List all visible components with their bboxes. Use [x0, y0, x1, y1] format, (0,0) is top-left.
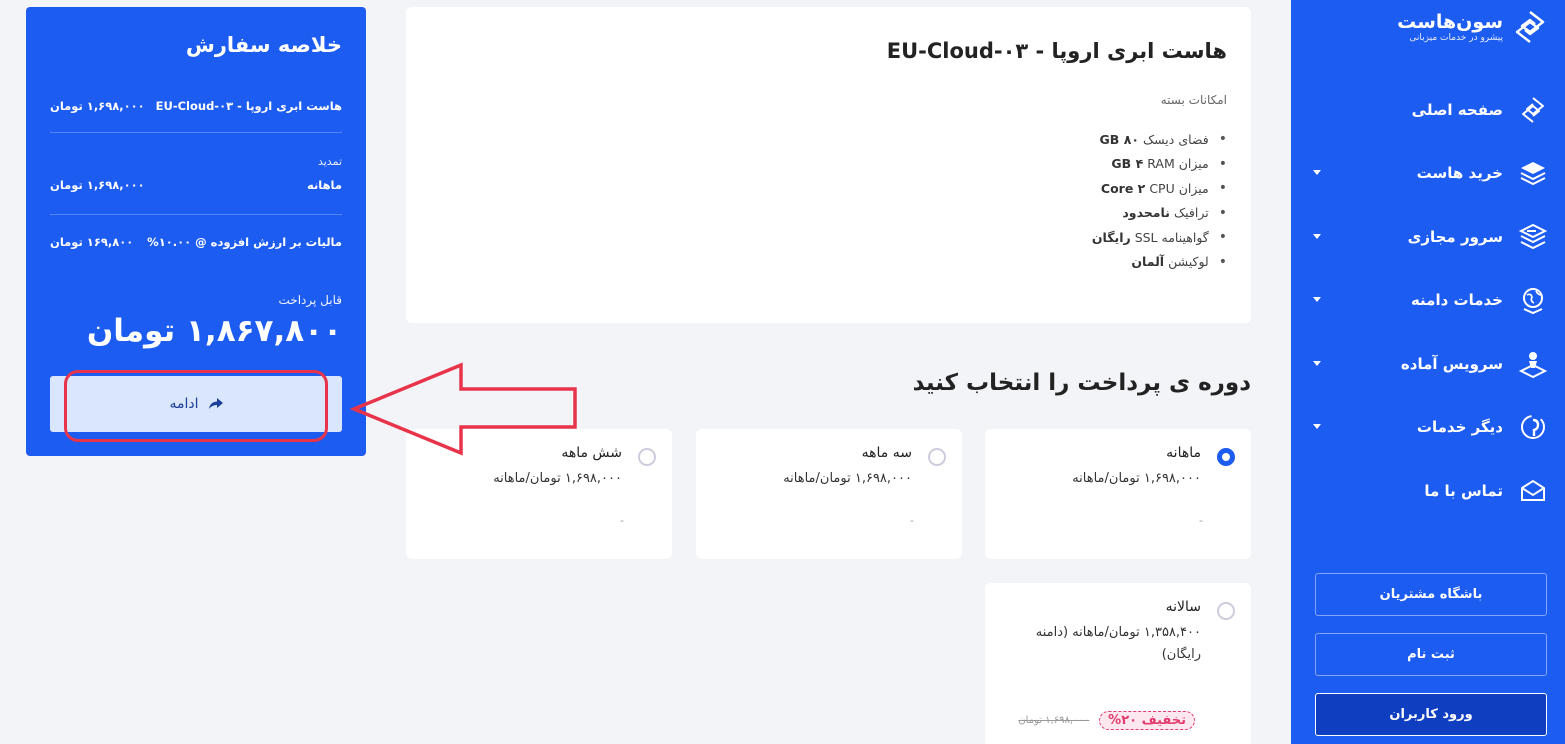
nav-label: خرید هاست [1416, 164, 1503, 183]
summary-renew-row: تمدید ماهانه ۱,۶۹۸,۰۰۰ تومان [50, 133, 342, 215]
register-button[interactable]: ثبت نام [1315, 633, 1547, 676]
billing-option-name: سه ماهه [861, 445, 912, 461]
summary-product-row: هاست ابری اروپا - EU-Cloud-۰۳ ۱,۶۹۸,۰۰۰ … [50, 79, 342, 133]
list-item: میزان RAM۴ GB [430, 152, 1227, 177]
renew-label: تمدید [317, 155, 342, 168]
summary-title: خلاصه سفارش [185, 33, 342, 57]
arrow-annotation-icon [350, 362, 577, 456]
brand-tagline: پیشرو در خدمات میزبانی [1409, 33, 1503, 43]
vps-server-icon [1517, 221, 1549, 253]
billing-option-price: ۱,۳۵۸,۴۰۰ تومان/ماهانه (دامنه رایگان) [1035, 625, 1201, 662]
billing-option-price: ۱,۶۹۸,۰۰۰ تومان/ماهانه [783, 471, 912, 486]
product-title: هاست ابری اروپا - EU-Cloud-۰۳ [886, 39, 1227, 63]
nav-label: سرور مجازی [1407, 227, 1503, 246]
tax-label: مالیات بر ارزش افزوده @ ۱۰.۰۰% [147, 235, 342, 249]
billing-option-name: سالانه [1165, 599, 1201, 615]
host-layers-icon [1517, 157, 1549, 189]
features-list: فضای دیسک۸۰ GB میزان RAM۴ GB میزان CPU۲ … [430, 127, 1227, 274]
nav-label: خدمات دامنه [1410, 291, 1503, 310]
login-button[interactable]: ورود کاربران [1315, 693, 1547, 736]
chevron-down-icon [1313, 424, 1321, 430]
logo-icon [1515, 11, 1545, 43]
list-item: فضای دیسک۸۰ GB [430, 127, 1227, 152]
billing-option-price: ۱,۶۹۸,۰۰۰ تومان/ماهانه [493, 471, 622, 486]
customer-club-button[interactable]: باشگاه مشتریان [1315, 573, 1547, 616]
billing-option-note: - [910, 514, 914, 527]
list-item: ترافیکنامحدود [430, 201, 1227, 226]
total-amount: ۱,۸۶۷,۸۰۰ تومان [86, 313, 342, 349]
chevron-down-icon [1313, 297, 1321, 303]
nav-label: صفحه اصلی [1411, 100, 1503, 119]
sidebar: سون‌هاست پیشرو در خدمات میزبانی صفحه اصل… [1291, 0, 1565, 744]
contact-envelope-icon [1517, 475, 1549, 507]
billing-option-name: ماهانه [1166, 445, 1201, 461]
product-card: هاست ابری اروپا - EU-Cloud-۰۳ امکانات بس… [406, 7, 1251, 323]
radio-selected[interactable] [1217, 448, 1235, 466]
radio-button[interactable] [928, 448, 946, 466]
billing-option-note: - [620, 514, 624, 527]
nav-item-domain[interactable]: خدمات دامنه [1291, 269, 1565, 333]
highlight-annotation [64, 370, 328, 442]
list-item: گواهینامه SSLرایگان [430, 225, 1227, 250]
features-label: امکانات بسته [1160, 93, 1227, 107]
radio-button[interactable] [638, 448, 656, 466]
summary-tax-row: مالیات بر ارزش افزوده @ ۱۰.۰۰% ۱۶۹,۸۰۰ ت… [50, 215, 342, 269]
main-nav: صفحه اصلی خرید هاست سرور مجازی خدمات دام… [1291, 78, 1565, 523]
billing-option-price: ۱,۶۹۸,۰۰۰ تومان/ماهانه [1072, 471, 1201, 486]
nav-label: سرویس آماده [1400, 354, 1503, 373]
list-item: لوکیشنآلمان [430, 250, 1227, 275]
nav-label: تماس با ما [1424, 481, 1503, 500]
summary-product-price: ۱,۶۹۸,۰۰۰ تومان [50, 98, 145, 113]
radio-button[interactable] [1217, 602, 1235, 620]
billing-option-quarterly[interactable]: سه ماهه ۱,۶۹۸,۰۰۰ تومان/ماهانه - [696, 429, 962, 559]
tax-price: ۱۶۹,۸۰۰ تومان [50, 235, 134, 249]
summary-product-label: هاست ابری اروپا - EU-Cloud-۰۳ [155, 98, 342, 113]
brand-name: سون‌هاست [1397, 11, 1503, 33]
billing-option-annual[interactable]: سالانه ۱,۳۵۸,۴۰۰ تومان/ماهانه (دامنه رای… [985, 583, 1251, 744]
ready-service-icon [1517, 348, 1549, 380]
billing-cycle-title: دوره ی پرداخت را انتخاب کنید [912, 370, 1251, 396]
billing-option-note: - [1199, 514, 1203, 527]
summary-renew-info: تمدید ماهانه [307, 155, 342, 192]
nav-item-buy-host[interactable]: خرید هاست [1291, 142, 1565, 206]
discount-info: تخفیف ۲۰% ۱,۶۹۸,۰۰۰ تومان [1018, 711, 1195, 730]
chevron-down-icon [1313, 233, 1321, 239]
chevron-down-icon [1313, 360, 1321, 366]
nav-item-home[interactable]: صفحه اصلی [1291, 78, 1565, 142]
chevron-down-icon [1313, 170, 1321, 176]
renew-cycle: ماهانه [306, 178, 342, 192]
brand[interactable]: سون‌هاست پیشرو در خدمات میزبانی [1397, 10, 1547, 44]
nav-item-other-services[interactable]: دیگر خدمات [1291, 396, 1565, 460]
nav-item-contact[interactable]: تماس با ما [1291, 459, 1565, 523]
renew-price: ۱,۶۹۸,۰۰۰ تومان [50, 178, 145, 192]
nav-item-vps[interactable]: سرور مجازی [1291, 205, 1565, 269]
billing-option-monthly[interactable]: ماهانه ۱,۶۹۸,۰۰۰ تومان/ماهانه - [985, 429, 1251, 559]
payable-label: قابل پرداخت [278, 293, 342, 307]
nav-item-ready-service[interactable]: سرویس آماده [1291, 332, 1565, 396]
discount-badge: تخفیف ۲۰% [1099, 711, 1195, 730]
other-services-icon [1517, 411, 1549, 443]
home-diamond-icon [1517, 94, 1549, 126]
old-price: ۱,۶۹۸,۰۰۰ تومان [1018, 715, 1090, 726]
list-item: میزان CPU۲ Core [430, 176, 1227, 201]
nav-label: دیگر خدمات [1416, 418, 1503, 437]
domain-globe-icon [1517, 284, 1549, 316]
